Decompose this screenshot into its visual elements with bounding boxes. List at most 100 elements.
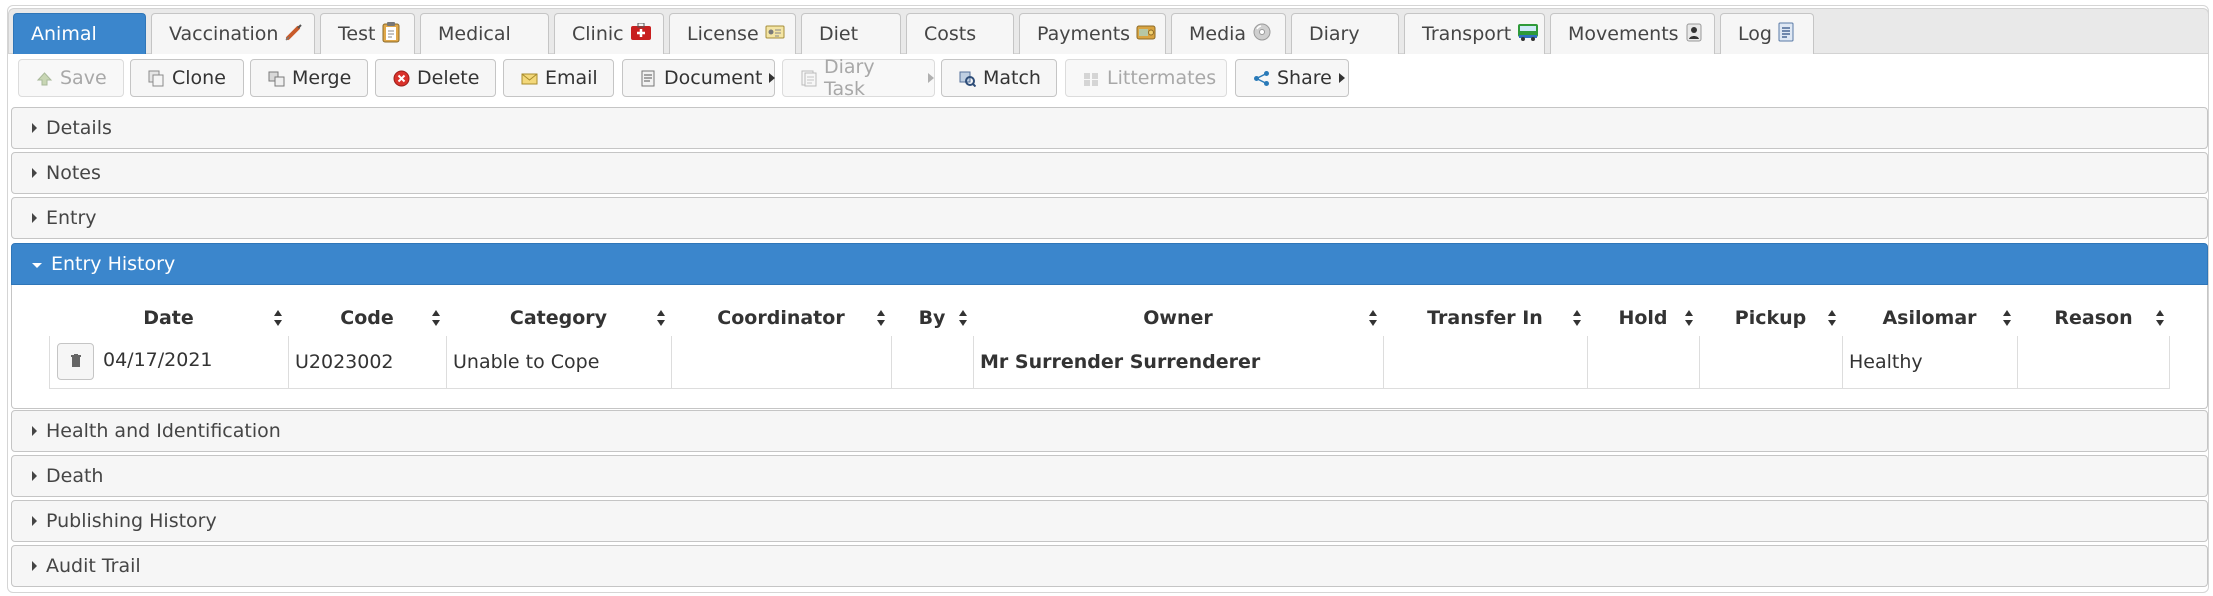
section-details-header[interactable]: Details [11, 107, 2208, 149]
chevron-right-icon [32, 426, 37, 436]
column-header-hold[interactable]: Hold [1587, 300, 1699, 336]
asilomar-value: Healthy [1849, 351, 1923, 373]
clone-button[interactable]: Clone [130, 59, 244, 97]
sort-icon [2003, 310, 2011, 326]
email-button[interactable]: Email [503, 59, 614, 97]
diary-task-button[interactable]: Diary Task [782, 56, 935, 100]
chevron-right-icon [32, 213, 37, 223]
clipboard-icon [381, 21, 401, 48]
save-button[interactable]: Save [18, 59, 124, 97]
sort-icon [432, 310, 440, 326]
section-title: Death [46, 465, 104, 487]
column-header-by[interactable]: By [891, 300, 973, 336]
column-header-category[interactable]: Category [446, 300, 671, 336]
tab-diet[interactable]: Diet [801, 13, 901, 54]
cell-by [891, 336, 973, 388]
code-value: U2023002 [295, 351, 394, 373]
chevron-right-icon [32, 168, 37, 178]
tab-movements[interactable]: Movements [1550, 13, 1715, 54]
match-button[interactable]: Match [941, 59, 1057, 97]
cell-category: Unable to Cope [446, 336, 671, 388]
email-label: Email [545, 67, 598, 89]
delete-button[interactable]: Delete [375, 59, 496, 97]
section-health-header[interactable]: Health and Identification [11, 410, 2208, 452]
tab-log[interactable]: Log [1720, 13, 1814, 54]
tab-test[interactable]: Test [320, 13, 415, 54]
chevron-right-icon [32, 561, 37, 571]
cell-transfer-in [1383, 336, 1587, 388]
section-title: Details [46, 117, 112, 139]
merge-button[interactable]: Merge [250, 59, 368, 97]
tab-label: Vaccination [169, 23, 279, 45]
cell-asilomar: Healthy [1842, 336, 2017, 388]
sort-icon [274, 310, 282, 326]
littermates-label: Littermates [1107, 67, 1217, 89]
category-value: Unable to Cope [453, 351, 600, 373]
clone-icon [148, 70, 165, 87]
tab-animal[interactable]: Animal [13, 13, 146, 54]
section-entry-header[interactable]: Entry [11, 197, 2208, 239]
column-header-owner[interactable]: Owner [973, 300, 1383, 336]
share-label: Share [1277, 67, 1332, 89]
section-audit-trail-header[interactable]: Audit Trail [11, 545, 2208, 587]
tab-diary[interactable]: Diary [1291, 13, 1399, 54]
tab-media[interactable]: Media [1171, 13, 1286, 54]
column-label: Asilomar [1882, 307, 1977, 329]
littermates-icon [1083, 70, 1100, 87]
column-label: Date [143, 307, 194, 329]
column-header-asilomar[interactable]: Asilomar [1842, 300, 2017, 336]
cell-code: U2023002 [288, 336, 446, 388]
tab-bar: Animal Vaccination Test Medical Clinic L… [8, 8, 2209, 54]
column-header-code[interactable]: Code [288, 300, 446, 336]
save-label: Save [60, 67, 107, 89]
column-header-coordinator[interactable]: Coordinator [671, 300, 891, 336]
section-entry-history-header[interactable]: Entry History [11, 243, 2208, 285]
column-label: Code [340, 307, 394, 329]
cell-reason [2017, 336, 2170, 388]
owner-link[interactable]: Mr Surrender Surrenderer [980, 351, 1260, 373]
match-icon [959, 70, 977, 87]
section-notes-header[interactable]: Notes [11, 152, 2208, 194]
tab-costs[interactable]: Costs [906, 13, 1014, 54]
document-button[interactable]: Document [622, 59, 776, 97]
sort-icon [1685, 310, 1693, 326]
chevron-right-icon [1338, 73, 1345, 83]
sort-icon [959, 310, 967, 326]
section-title: Notes [46, 162, 101, 184]
tab-clinic[interactable]: Clinic [554, 13, 664, 54]
merge-icon [268, 70, 285, 87]
share-button[interactable]: Share [1235, 59, 1349, 97]
tab-vaccination[interactable]: Vaccination [151, 13, 315, 54]
section-death-header[interactable]: Death [11, 455, 2208, 497]
tab-license[interactable]: License [669, 13, 796, 54]
trash-icon [70, 352, 82, 371]
column-header-transfer-in[interactable]: Transfer In [1383, 300, 1587, 336]
cell-owner[interactable]: Mr Surrender Surrenderer [973, 336, 1383, 388]
tab-label: Payments [1037, 23, 1131, 45]
document-label: Document [664, 67, 763, 89]
delete-row-button[interactable] [57, 343, 94, 380]
tab-payments[interactable]: Payments [1019, 13, 1166, 54]
column-header-date[interactable]: Date [49, 300, 288, 336]
littermates-button[interactable]: Littermates [1065, 59, 1227, 97]
column-label: Pickup [1734, 307, 1807, 329]
section-title: Publishing History [46, 510, 217, 532]
delete-icon [393, 70, 410, 87]
column-label: Owner [1143, 307, 1213, 329]
tab-label: Log [1738, 23, 1772, 45]
column-label: By [918, 307, 946, 329]
tab-medical[interactable]: Medical [420, 13, 549, 54]
tab-label: License [687, 23, 759, 45]
column-header-pickup[interactable]: Pickup [1699, 300, 1842, 336]
tab-transport[interactable]: Transport [1404, 13, 1545, 54]
cell-coordinator [671, 336, 891, 388]
tab-label: Diary [1309, 23, 1360, 45]
section-publishing-history-header[interactable]: Publishing History [11, 500, 2208, 542]
column-header-reason[interactable]: Reason [2017, 300, 2170, 336]
date-value: 04/17/2021 [103, 349, 213, 371]
log-icon [1778, 22, 1794, 47]
chevron-right-icon [32, 123, 37, 133]
sort-icon [1369, 310, 1377, 326]
tab-label: Transport [1422, 23, 1512, 45]
column-label: Hold [1618, 307, 1668, 329]
